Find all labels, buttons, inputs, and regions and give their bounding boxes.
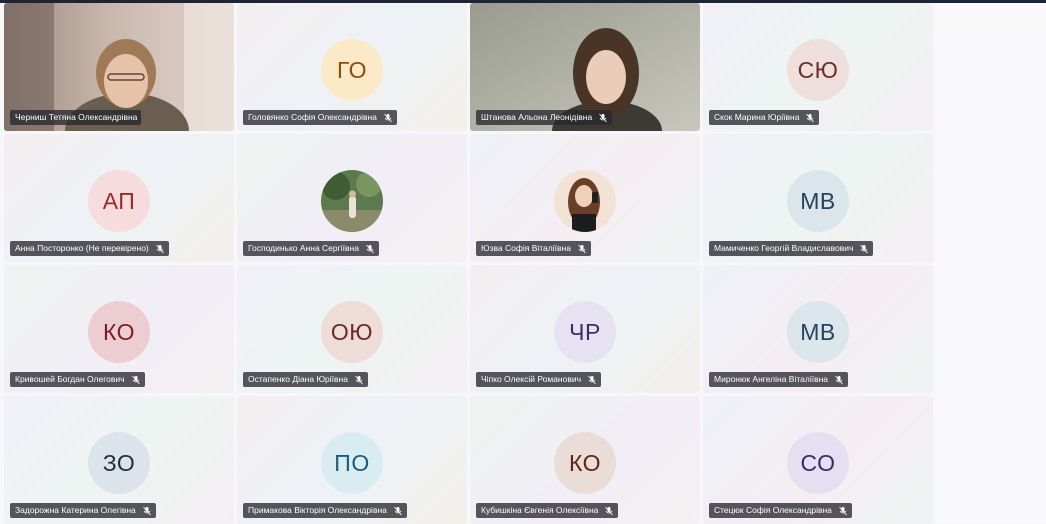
participant-avatar: АП xyxy=(88,170,150,232)
participant-name-tag: Штанова Альона Леонідівна xyxy=(476,110,613,125)
participant-tile[interactable]: КО Кубишкіна Євгенія Олексіївна xyxy=(470,396,700,524)
participant-name: Юзва Софія Віталіївна xyxy=(481,243,571,253)
avatar-initials: ЗО xyxy=(102,449,136,476)
participant-tile[interactable]: МВ Миронюк Ангеліна Віталіївна xyxy=(703,265,933,393)
participant-name: Штанова Альона Леонідівна xyxy=(481,112,593,122)
participant-grid: Черниш Тетяна Олександрівна ГО Головянко… xyxy=(4,3,934,524)
mic-muted-icon xyxy=(588,375,596,384)
participant-tile[interactable]: Штанова Альона Леонідівна xyxy=(470,3,700,131)
participant-name: Мамиченко Георгій Владиславович xyxy=(714,243,854,253)
participant-name-tag: Кубишкіна Євгенія Олексіївна xyxy=(476,503,619,518)
avatar-initials: МВ xyxy=(800,187,836,214)
participant-avatar: СО xyxy=(787,432,849,494)
participant-name-tag: Кривошей Богдан Олегович xyxy=(10,372,145,387)
participant-avatar: ПО xyxy=(321,432,383,494)
participant-name-tag: Анна Посторонко (Не перевірено) xyxy=(10,241,169,256)
participant-tile[interactable]: Черниш Тетяна Олександрівна xyxy=(4,3,234,131)
avatar-initials: СО xyxy=(800,449,836,476)
participant-name-tag: Черниш Тетяна Олександрівна xyxy=(10,110,142,125)
mic-muted-icon xyxy=(839,506,847,515)
participant-avatar: СЮ xyxy=(787,39,849,101)
participant-name: Остапенко Діана Юріївна xyxy=(248,374,348,384)
participant-avatar: КО xyxy=(554,432,616,494)
mic-muted-icon xyxy=(366,244,374,253)
participant-avatar: ОЮ xyxy=(321,301,383,363)
avatar-initials: ОЮ xyxy=(330,318,374,345)
participant-avatar xyxy=(321,170,383,232)
participant-avatar: ЗО xyxy=(88,432,150,494)
participant-name: Миронюк Ангеліна Віталіївна xyxy=(714,374,829,384)
mic-muted-icon xyxy=(806,113,815,122)
participant-tile[interactable]: Господинько Анна Сергіївна xyxy=(237,134,467,262)
participant-name: Кубишкіна Євгенія Олексіївна xyxy=(481,505,599,515)
participant-tile[interactable]: МВ Мамиченко Георгій Владиславович xyxy=(703,134,933,262)
participant-tile[interactable]: ГО Головянко Софія Олександрівна xyxy=(237,3,467,131)
participant-avatar: КО xyxy=(88,301,150,363)
participant-name: Чіпко Олексій Романович xyxy=(481,374,582,384)
mic-muted-icon xyxy=(384,113,392,122)
participant-tile[interactable]: СЮ Скок Марина Юріївна xyxy=(703,3,933,131)
avatar-initials: АП xyxy=(102,187,136,214)
participant-name-tag: Чіпко Олексій Романович xyxy=(476,372,602,387)
mic-muted-icon xyxy=(355,375,363,384)
participant-tile[interactable]: ЗО Задорожна Катерина Олегівна xyxy=(4,396,234,524)
participant-name-tag: Примакова Вікторія Олександрівна xyxy=(243,503,407,518)
avatar-initials: КО xyxy=(568,449,602,476)
participant-name-tag: Мамиченко Георгій Владиславович xyxy=(709,241,874,256)
participant-tile[interactable]: Юзва Софія Віталіївна xyxy=(470,134,700,262)
participant-avatar xyxy=(554,170,616,232)
profile-photo xyxy=(321,170,383,232)
participant-name: Черниш Тетяна Олександрівна xyxy=(15,112,138,122)
participant-name: Господинько Анна Сергіївна xyxy=(248,243,359,253)
mic-muted-icon xyxy=(835,375,843,384)
participant-name: Анна Посторонко (Не перевірено) xyxy=(15,243,149,253)
participant-avatar: ЧР xyxy=(554,301,616,363)
avatar-initials: СЮ xyxy=(797,56,839,83)
participant-tile[interactable]: ОЮ Остапенко Діана Юріївна xyxy=(237,265,467,393)
mic-muted-icon xyxy=(142,506,151,515)
participant-tile[interactable]: КО Кривошей Богдан Олегович xyxy=(4,265,234,393)
avatar-initials: ЧР xyxy=(569,318,601,345)
right-empty-area xyxy=(936,3,1046,522)
avatar-initials: ГО xyxy=(336,56,368,83)
participant-name-tag: Головянко Софія Олександрівна xyxy=(243,110,397,125)
participant-avatar: ГО xyxy=(321,39,383,101)
mic-muted-icon xyxy=(394,506,402,515)
avatar-initials: ПО xyxy=(334,449,370,476)
participant-avatar: МВ xyxy=(787,301,849,363)
participant-name: Примакова Вікторія Олександрівна xyxy=(248,505,387,515)
participant-name-tag: Остапенко Діана Юріївна xyxy=(243,372,368,387)
profile-photo xyxy=(554,170,616,232)
mic-muted-icon xyxy=(131,375,140,384)
participant-avatar: МВ xyxy=(787,170,849,232)
participant-tile[interactable]: ПО Примакова Вікторія Олександрівна xyxy=(237,396,467,524)
participant-name: Головянко Софія Олександрівна xyxy=(248,112,377,122)
participant-name: Кривошей Богдан Олегович xyxy=(15,374,125,384)
mic-muted-icon xyxy=(860,244,869,253)
mic-muted-icon xyxy=(578,244,586,253)
participant-name-tag: Скок Марина Юріївна xyxy=(709,110,820,125)
participant-name: Скок Марина Юріївна xyxy=(714,112,800,122)
participant-tile[interactable]: АП Анна Посторонко (Не перевірено) xyxy=(4,134,234,262)
participant-name-tag: Господинько Анна Сергіївна xyxy=(243,241,379,256)
mic-muted-icon xyxy=(599,113,608,122)
participant-tile[interactable]: СО Стецюк Софія Олександрівна xyxy=(703,396,933,524)
mic-muted-icon xyxy=(605,506,614,515)
avatar-initials: МВ xyxy=(800,318,836,345)
participant-name-tag: Юзва Софія Віталіївна xyxy=(476,241,591,256)
participant-name: Стецюк Софія Олександрівна xyxy=(714,505,832,515)
participant-tile[interactable]: ЧР Чіпко Олексій Романович xyxy=(470,265,700,393)
participant-name-tag: Миронюк Ангеліна Віталіївна xyxy=(709,372,849,387)
participant-name: Задорожна Катерина Олегівна xyxy=(15,505,136,515)
avatar-initials: КО xyxy=(102,318,136,345)
participant-name-tag: Задорожна Катерина Олегівна xyxy=(10,503,156,518)
participant-name-tag: Стецюк Софія Олександрівна xyxy=(709,503,852,518)
mic-muted-icon xyxy=(155,244,164,253)
